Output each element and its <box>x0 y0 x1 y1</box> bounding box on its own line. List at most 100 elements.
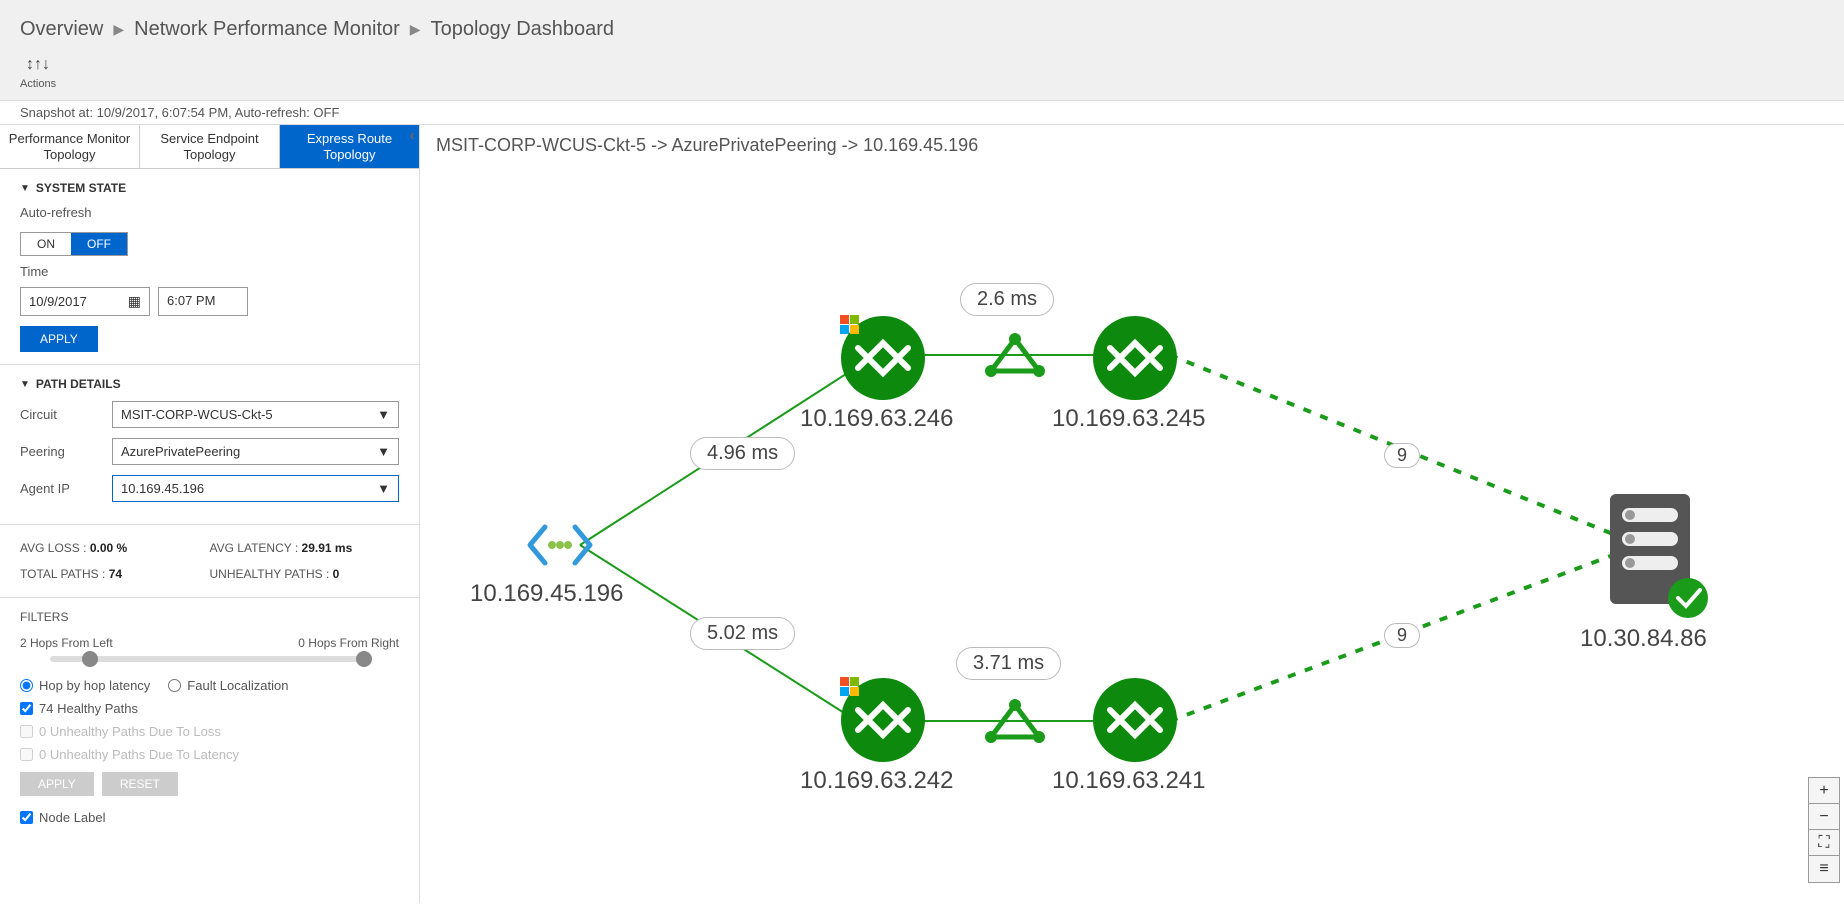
path-details-section: ▼ PATH DETAILS Circuit MSIT-CORP-WCUS-Ck… <box>0 365 419 525</box>
calendar-icon: ▦ <box>128 293 141 310</box>
radio-label: Hop by hop latency <box>39 678 150 693</box>
sidebar: ‹ Performance Monitor Topology Service E… <box>0 125 420 903</box>
radio-label: Fault Localization <box>187 678 288 693</box>
latency-badge: 5.02 ms <box>690 617 795 650</box>
apply-button[interactable]: APPLY <box>20 326 98 352</box>
slider-handle-left[interactable] <box>82 651 98 667</box>
tab-service-endpoint[interactable]: Service Endpoint Topology <box>140 125 280 168</box>
peering-select[interactable]: AzurePrivatePeering ▼ <box>112 438 399 465</box>
check-unhealthy-latency <box>20 748 33 761</box>
date-value: 10/9/2017 <box>29 294 87 309</box>
canvas-title: MSIT-CORP-WCUS-Ckt-5 -> AzurePrivatePeer… <box>420 125 1844 166</box>
server-node-icon[interactable] <box>1600 488 1710 618</box>
list-view-button[interactable]: ≡ <box>1809 856 1839 882</box>
breadcrumb-item[interactable]: Topology Dashboard <box>431 18 614 41</box>
chevron-down-icon: ▼ <box>377 481 390 496</box>
node-label: 10.30.84.86 <box>1580 625 1707 653</box>
stat-avg-latency: AVG LATENCY : 29.91 ms <box>210 537 400 559</box>
topology-graph: 10.169.45.196 10.169.63.246 10.169.63.24… <box>420 175 1844 903</box>
hops-badge: 9 <box>1384 623 1420 648</box>
actions-button[interactable]: ↕↑↓ Actions <box>20 56 56 90</box>
zoom-fit-button[interactable]: ⛶ <box>1809 830 1839 856</box>
hops-slider[interactable] <box>50 656 369 662</box>
microsoft-logo-icon <box>840 677 860 697</box>
zoom-out-button[interactable]: − <box>1809 804 1839 830</box>
stat-avg-loss: AVG LOSS : 0.00 % <box>20 537 210 559</box>
tab-express-route[interactable]: Express Route Topology <box>280 125 419 168</box>
slider-right-label: 0 Hops From Right <box>298 636 399 650</box>
time-input[interactable]: 6:07 PM <box>158 287 248 316</box>
circuit-select[interactable]: MSIT-CORP-WCUS-Ckt-5 ▼ <box>112 401 399 428</box>
toggle-on[interactable]: ON <box>21 233 71 255</box>
zoom-controls: + − ⛶ ≡ <box>1808 777 1840 883</box>
topology-tabs: Performance Monitor Topology Service End… <box>0 125 419 169</box>
filters-reset-button[interactable]: RESET <box>102 772 178 796</box>
tab-label: Performance Monitor <box>9 131 130 146</box>
node-label: 10.169.63.242 <box>800 767 953 795</box>
tab-label: Topology <box>323 147 375 162</box>
chevron-down-icon: ▼ <box>377 407 390 422</box>
path-stats: AVG LOSS : 0.00 % AVG LATENCY : 29.91 ms… <box>0 525 419 598</box>
snapshot-bar: Snapshot at: 10/9/2017, 6:07:54 PM, Auto… <box>0 101 1844 125</box>
tab-label: Topology <box>43 147 95 162</box>
microsoft-logo-icon <box>840 315 860 335</box>
node-label: 10.169.63.241 <box>1052 767 1205 795</box>
hops-badge: 9 <box>1384 443 1420 468</box>
router-node-icon[interactable] <box>1090 675 1180 765</box>
auto-refresh-label: Auto-refresh <box>20 205 399 220</box>
chevron-right-icon: ▶ <box>113 21 124 38</box>
chevron-right-icon: ▶ <box>410 21 421 38</box>
breadcrumb-item[interactable]: Network Performance Monitor <box>134 18 400 41</box>
section-title-text: PATH DETAILS <box>36 377 121 391</box>
section-title-text: SYSTEM STATE <box>36 181 126 195</box>
tab-label: Express Route <box>307 131 392 146</box>
select-value: AzurePrivatePeering <box>121 444 240 459</box>
check-label: 0 Unhealthy Paths Due To Latency <box>39 747 239 762</box>
select-value: 10.169.45.196 <box>121 481 204 496</box>
mesh-icon <box>985 699 1045 743</box>
check-node-label[interactable] <box>20 811 33 824</box>
triangle-down-icon: ▼ <box>20 183 30 194</box>
collapse-sidebar-button[interactable]: ‹ <box>410 127 415 145</box>
filters-title: FILTERS <box>20 610 399 624</box>
latency-badge: 4.96 ms <box>690 437 795 470</box>
node-label: 10.169.63.246 <box>800 405 953 433</box>
node-label: 10.169.45.196 <box>470 580 623 608</box>
date-input[interactable]: 10/9/2017 ▦ <box>20 287 150 316</box>
peering-label: Peering <box>20 444 100 459</box>
time-label: Time <box>20 264 399 279</box>
agent-ip-label: Agent IP <box>20 481 100 496</box>
breadcrumb: Overview ▶ Network Performance Monitor ▶… <box>20 10 1824 48</box>
system-state-section: ▼ SYSTEM STATE Auto-refresh ON OFF Time … <box>0 169 419 365</box>
check-label: 0 Unhealthy Paths Due To Loss <box>39 724 221 739</box>
slider-left-label: 2 Hops From Left <box>20 636 113 650</box>
latency-badge: 2.6 ms <box>960 283 1054 316</box>
latency-badge: 3.71 ms <box>956 647 1061 680</box>
main: ‹ Performance Monitor Topology Service E… <box>0 125 1844 903</box>
radio-fault-localization[interactable] <box>168 679 181 692</box>
stat-total-paths: TOTAL PATHS : 74 <box>20 563 210 585</box>
radio-hop-latency[interactable] <box>20 679 33 692</box>
check-label: Node Label <box>39 810 106 825</box>
actions-bar: ↕↑↓ Actions <box>20 48 1824 100</box>
filters-apply-button[interactable]: APPLY <box>20 772 94 796</box>
chevron-down-icon: ▼ <box>377 444 390 459</box>
toggle-off[interactable]: OFF <box>71 233 127 255</box>
check-healthy-paths[interactable] <box>20 702 33 715</box>
select-value: MSIT-CORP-WCUS-Ckt-5 <box>121 407 273 422</box>
filters-section: FILTERS 2 Hops From Left 0 Hops From Rig… <box>0 598 419 845</box>
zoom-in-button[interactable]: + <box>1809 778 1839 804</box>
tab-label: Topology <box>183 147 235 162</box>
node-label: 10.169.63.245 <box>1052 405 1205 433</box>
section-header[interactable]: ▼ PATH DETAILS <box>20 377 399 391</box>
auto-refresh-toggle[interactable]: ON OFF <box>20 232 128 256</box>
slider-handle-right[interactable] <box>356 651 372 667</box>
agent-ip-select[interactable]: 10.169.45.196 ▼ <box>112 475 399 502</box>
breadcrumb-item[interactable]: Overview <box>20 18 103 41</box>
check-unhealthy-loss <box>20 725 33 738</box>
section-header[interactable]: ▼ SYSTEM STATE <box>20 181 399 195</box>
router-node-icon[interactable] <box>1090 313 1180 403</box>
tab-performance-monitor[interactable]: Performance Monitor Topology <box>0 125 140 168</box>
topology-canvas[interactable]: MSIT-CORP-WCUS-Ckt-5 -> AzurePrivatePeer… <box>420 125 1844 903</box>
source-node-icon[interactable] <box>520 515 600 575</box>
